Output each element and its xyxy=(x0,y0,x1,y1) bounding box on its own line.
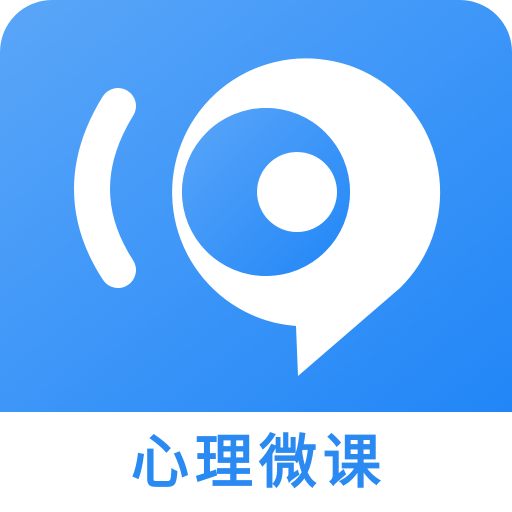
app-icon: 心理微课 xyxy=(0,0,512,512)
bubble-center-dot xyxy=(257,152,337,232)
icon-tile xyxy=(0,0,512,412)
app-name-label: 心理微课 xyxy=(130,428,387,496)
